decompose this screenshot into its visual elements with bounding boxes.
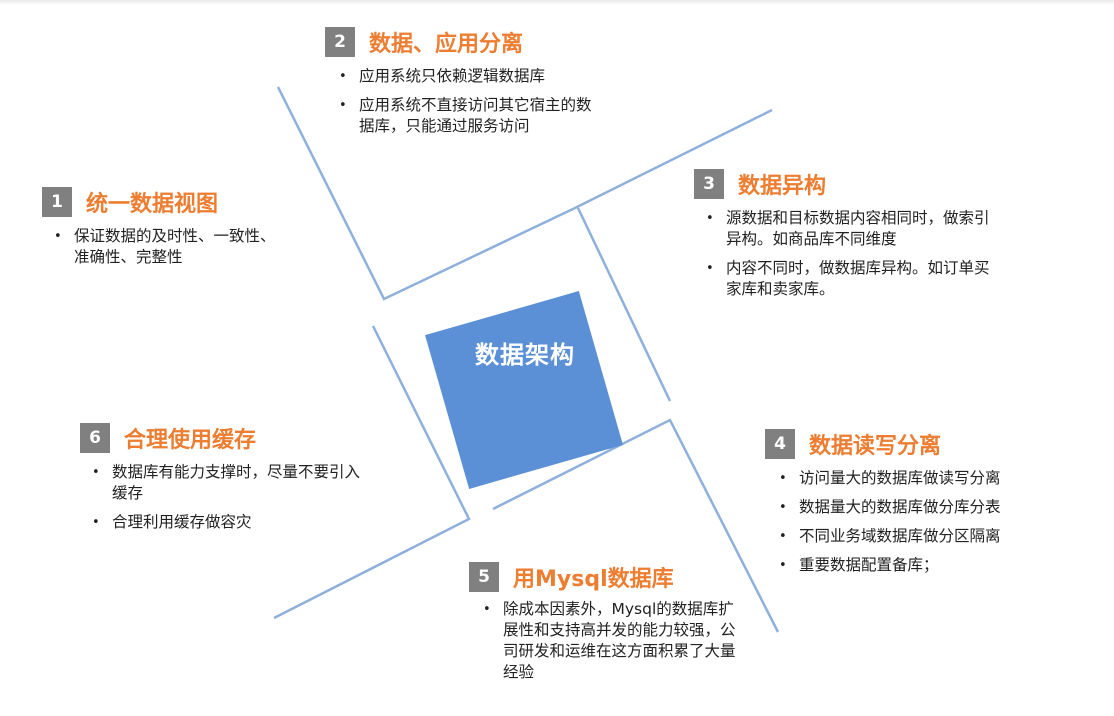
list-item: • 合理利用缓存做容灾 (92, 513, 252, 531)
section-title: 合理使用缓存 (124, 428, 257, 453)
section-2: 2 数据、应用分离 • 应用系统只依赖逻辑数据库 • 应用系统不直接访问其它宿主的数… (325, 26, 605, 145)
center-label: 数据架构 (475, 341, 575, 369)
section-6: 6 合理使用缓存 • 数据库有能力支撑时，尽量不要引入缓存 • 合理利用缓存做容灾 (80, 422, 370, 541)
list-item: • 应用系统不直接访问其它宿主的数据库，只能通过服务访问 (339, 96, 592, 135)
section-number: 5 (469, 562, 499, 592)
section-title: 数据、应用分离 (369, 32, 524, 57)
list-item: • 访问量大的数据库做读写分离 (779, 469, 1001, 487)
section-number: 4 (765, 429, 795, 459)
list-item: • 数据量大的数据库做分库分表 (779, 498, 1001, 516)
section-title: 数据读写分离 (809, 434, 942, 459)
section-4: 4 数据读写分离 • 访问量大的数据库做读写分离 • 数据量大的数据库做分库分表 •… (765, 428, 1065, 584)
section-title: 数据异构 (738, 174, 827, 199)
section-number: 2 (325, 27, 355, 57)
list-item: • 保证数据的及时性、一致性、准确性、完整性 (54, 227, 276, 266)
section-title: 用Mysql数据库 (513, 567, 674, 592)
section-number: 1 (42, 187, 72, 217)
list-item: • 除成本因素外，Mysql的数据库扩展性和支持高并发的能力较强，公司研发和运维在… (483, 600, 736, 681)
section-title: 统一数据视图 (86, 192, 219, 217)
list-item: • 应用系统只依赖逻辑数据库 (339, 67, 546, 85)
list-item: • 源数据和目标数据内容相同时，做索引异构。如商品库不同维度 (706, 209, 990, 248)
section-number: 6 (80, 423, 110, 453)
list-item: • 内容不同时，做数据库异构。如订单买家库和卖家库。 (706, 259, 990, 298)
section-1: 1 统一数据视图 • 保证数据的及时性、一致性、准确性、完整性 (42, 186, 292, 276)
section-number: 3 (694, 169, 724, 199)
section-5: 5 用Mysql数据库 • 除成本因素外，Mysql的数据库扩展性和支持高并发的能… (469, 561, 759, 691)
list-item: • 数据库有能力支撑时，尽量不要引入缓存 (92, 463, 361, 502)
list-item: • 不同业务域数据库做分区隔离 (779, 527, 1001, 545)
section-3: 3 数据异构 • 源数据和目标数据内容相同时，做索引异构。如商品库不同维度 • 内容… (694, 168, 994, 308)
list-item: • 重要数据配置备库； (779, 556, 939, 574)
